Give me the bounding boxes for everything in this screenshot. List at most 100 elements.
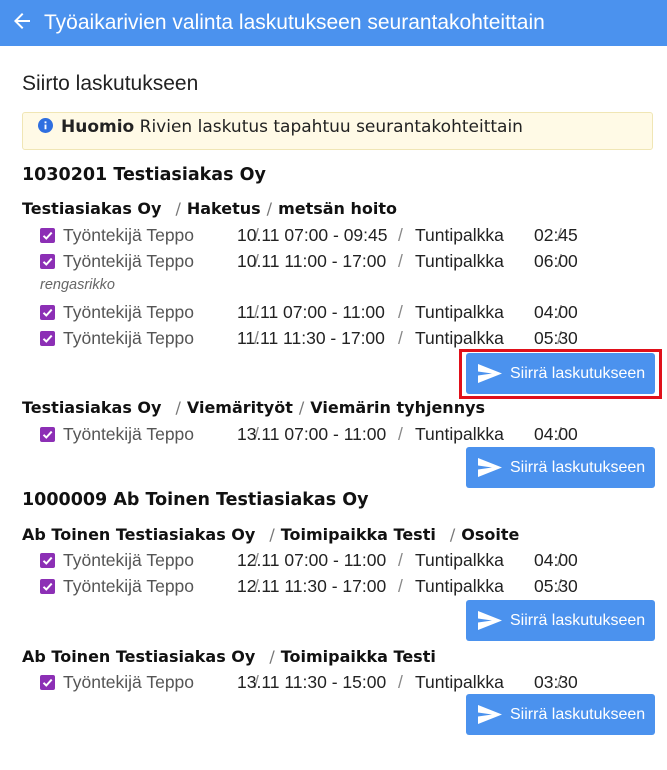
row-duration: 04:00 [534,302,578,322]
app-header: Työaikarivien valinta laskutukseen seura… [0,0,667,46]
row-checkbox[interactable] [40,579,55,594]
checkmark-icon [42,556,53,565]
path-segment: metsän hoito [278,199,398,218]
checkmark-icon [42,257,53,266]
row-employee: Työntekijä Teppo [63,251,195,271]
row-pay-type: Tuntipalkka [415,251,504,271]
row-note: rengasrikko [40,277,115,293]
checkmark-icon [42,430,53,439]
path-segment: Testiasiakas Oy [22,398,162,417]
arrow-left-icon[interactable] [10,9,34,33]
notice-message: Rivien laskutus tapahtuu seurantakohteit… [139,117,523,137]
send-icon [478,364,502,383]
row-checkbox[interactable] [40,331,55,346]
checkmark-icon [42,582,53,591]
row-time: 13.11 11:30 - 15:00 [237,672,387,692]
notice-banner: Huomio Rivien laskutus tapahtuu seuranta… [22,112,653,150]
row-employee: Työntekijä Teppo [63,576,195,596]
path-separator: / [175,398,181,417]
row-checkbox[interactable] [40,553,55,568]
transfer-button-label: Siirrä laskutukseen [510,459,646,476]
transfer-button-label: Siirrä laskutukseen [510,365,646,382]
path-segment: Ab Toinen Testiasiakas Oy [22,647,256,666]
row-separator: / [398,302,403,322]
path-segment: Testiasiakas Oy [22,199,162,218]
path-segment: Viemärityöt [186,398,293,417]
path-segment: Toimipaikka Testi [280,647,436,666]
checkmark-icon [42,231,53,240]
row-separator: / [398,424,403,444]
row-checkbox[interactable] [40,254,55,269]
customer-heading: 1000009 Ab Toinen Testiasiakas Oy [22,490,369,510]
tracking-path: Ab Toinen Testiasiakas Oy / Toimipaikka Te… [22,647,436,666]
row-employee: Työntekijä Teppo [63,302,195,322]
row-separator: / [398,251,403,271]
row-checkbox[interactable] [40,305,55,320]
row-duration: 03:30 [534,672,578,692]
row-separator: / [398,225,403,245]
customer-heading: 1030201 Testiasiakas Oy [22,165,266,185]
row-separator: / [398,672,403,692]
tracking-path: Testiasiakas Oy / Viemärityöt / Viemärin tyh… [22,398,485,417]
transfer-button-label: Siirrä laskutukseen [510,612,646,629]
row-duration: 04:00 [534,550,578,570]
transfer-to-billing-button[interactable]: Siirrä laskutukseen [466,694,655,735]
row-separator: / [398,576,403,596]
row-time: 12.11 07:00 - 11:00 [237,550,387,570]
path-separator: / [449,525,456,544]
row-duration: 05:30 [534,576,578,596]
row-employee: Työntekijä Teppo [63,424,195,444]
row-checkbox[interactable] [40,228,55,243]
path-separator: / [175,199,181,218]
row-pay-type: Tuntipalkka [415,672,504,692]
row-pay-type: Tuntipalkka [415,302,504,322]
notice-title: Huomio [61,117,135,137]
path-separator: / [269,647,275,666]
row-separator: / [398,328,403,348]
path-segment: Viemärin tyhjennys [310,398,486,417]
path-segment: Ab Toinen Testiasiakas Oy [22,525,256,544]
row-time: 11.11 07:00 - 11:00 [237,302,385,322]
tracking-path: Testiasiakas Oy / Haketus / metsän hoito [22,199,397,218]
checkmark-icon [42,678,53,687]
send-icon [478,705,502,724]
row-employee: Työntekijä Teppo [63,225,195,245]
transfer-to-billing-button[interactable]: Siirrä laskutukseen [466,447,655,488]
transfer-to-billing-button[interactable]: Siirrä laskutukseen [466,600,655,641]
row-duration: 06:00 [534,251,578,271]
row-pay-type: Tuntipalkka [415,550,504,570]
row-pay-type: Tuntipalkka [415,328,504,348]
row-checkbox[interactable] [40,675,55,690]
path-separator: / [266,199,273,218]
checkmark-icon [42,334,53,343]
info-icon [38,118,53,133]
row-time: 12.11 11:30 - 17:00 [237,576,387,596]
send-icon [478,458,502,477]
path-segment: Osoite [461,525,520,544]
row-pay-type: Tuntipalkka [415,424,504,444]
page-title: Siirto laskutukseen [22,72,199,95]
row-separator: / [398,550,403,570]
path-segment: Haketus [186,199,261,218]
row-employee: Työntekijä Teppo [63,672,195,692]
path-separator: / [269,525,275,544]
row-time: 10.11 11:00 - 17:00 [237,251,387,271]
path-separator: / [298,398,305,417]
row-duration: 04:00 [534,424,578,444]
row-employee: Työntekijä Teppo [63,328,195,348]
checkmark-icon [42,308,53,317]
row-duration: 05:30 [534,328,578,348]
notice-text: Huomio Rivien laskutus tapahtuu seuranta… [61,117,523,137]
row-employee: Työntekijä Teppo [63,550,195,570]
row-time: 10.11 07:00 - 09:45 [237,225,388,245]
app-title: Työaikarivien valinta laskutukseen seura… [44,11,545,34]
row-duration: 02:45 [534,225,578,245]
row-time: 11.11 11:30 - 17:00 [237,328,385,348]
row-time: 13.11 07:00 - 11:00 [237,424,387,444]
transfer-button-label: Siirrä laskutukseen [510,706,646,723]
tracking-path: Ab Toinen Testiasiakas Oy / Toimipaikka Te… [22,525,519,544]
row-checkbox[interactable] [40,427,55,442]
transfer-to-billing-button[interactable]: Siirrä laskutukseen [466,353,655,394]
row-pay-type: Tuntipalkka [415,576,504,596]
path-segment: Toimipaikka Testi [280,525,436,544]
